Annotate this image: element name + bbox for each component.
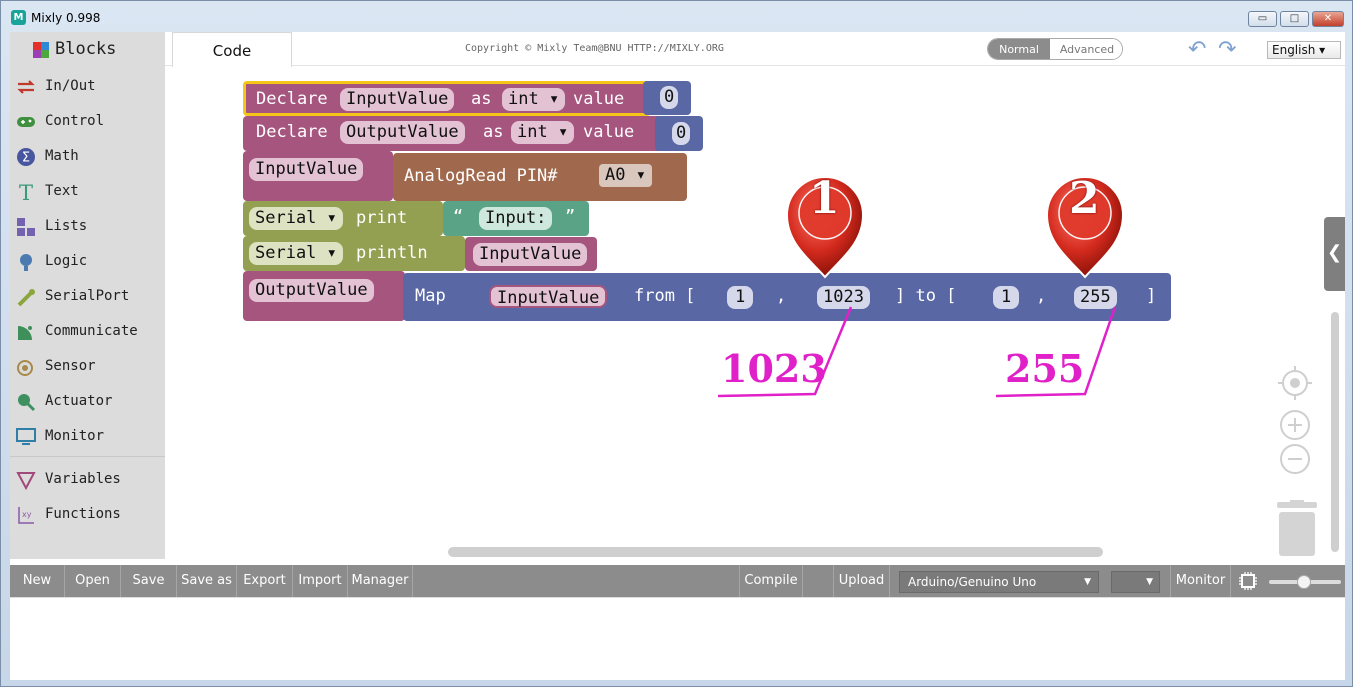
- monitor-button[interactable]: Monitor: [1170, 565, 1231, 597]
- blockly-workspace[interactable]: Declare InputValue as int ▾ value 0 Decl…: [165, 67, 1345, 559]
- sidebar-item-label: Actuator: [45, 393, 113, 409]
- copyright-text: Copyright © Mixly Team@BNU HTTP://MIXLY.…: [465, 43, 724, 54]
- spacer: [803, 565, 834, 597]
- sidebar-divider: [10, 456, 165, 457]
- upload-button[interactable]: Upload: [834, 565, 890, 597]
- sidebar-item-variables[interactable]: Variables: [10, 466, 165, 494]
- trash-icon[interactable]: [1275, 500, 1319, 558]
- zoom-slider-handle[interactable]: [1297, 575, 1311, 589]
- output-console[interactable]: [10, 597, 1345, 680]
- mode-normal-button[interactable]: Normal: [988, 39, 1050, 59]
- sidebar-item-functions[interactable]: xy Functions: [10, 501, 165, 529]
- sidebar-item-label: Control: [45, 113, 105, 129]
- maximize-button[interactable]: □: [1280, 11, 1309, 27]
- sidebar-item-label: Sensor: [45, 358, 96, 374]
- export-button[interactable]: Export: [237, 565, 293, 597]
- annotation-label-255: 255: [1005, 346, 1085, 391]
- port-select[interactable]: ▼: [1111, 571, 1160, 593]
- mode-switch[interactable]: Normal Advanced: [987, 38, 1123, 60]
- sidebar-item-sensor[interactable]: Sensor: [10, 353, 165, 381]
- save-button[interactable]: Save: [121, 565, 177, 597]
- lists-icon: [17, 218, 35, 236]
- toolbox-sidebar: Blocks In/Out Control Σ Math T Text List…: [10, 32, 165, 559]
- math-icon: Σ: [17, 148, 35, 166]
- zoom-out-icon[interactable]: [1278, 442, 1312, 476]
- undo-icon[interactable]: ↶: [1188, 37, 1206, 62]
- minimize-button[interactable]: ▭: [1248, 11, 1277, 27]
- app-window: M Mixly 0.998 ▭ □ ✕ Blocks In/Out Contro…: [0, 0, 1353, 687]
- window-title: Mixly 0.998: [31, 11, 101, 25]
- sidebar-item-in-out[interactable]: In/Out: [10, 73, 165, 101]
- marker-2-number: 2: [1069, 173, 1100, 224]
- sidebar-item-label: Text: [45, 183, 79, 199]
- svg-text:xy: xy: [22, 510, 32, 519]
- blocks-label: Blocks: [55, 39, 117, 59]
- horizontal-scrollbar[interactable]: [448, 547, 1103, 557]
- tab-code[interactable]: Code: [172, 32, 292, 67]
- zoom-in-icon[interactable]: [1278, 408, 1312, 442]
- puzzle-icon: [33, 42, 49, 58]
- sidebar-item-text[interactable]: T Text: [10, 178, 165, 206]
- annotation-overlay: [717, 176, 1125, 398]
- sensor-icon: [17, 360, 33, 376]
- mixly-logo-icon: M: [11, 10, 26, 25]
- bottom-toolbar: New Open Save Save as Export Import Mana…: [10, 565, 1345, 597]
- sidebar-item-serialport[interactable]: SerialPort: [10, 283, 165, 311]
- sidebar-item-label: Variables: [45, 471, 121, 487]
- sidebar-item-math[interactable]: Σ Math: [10, 143, 165, 171]
- sidebar-item-lists[interactable]: Lists: [10, 213, 165, 241]
- sidebar-item-actuator[interactable]: Actuator: [10, 388, 165, 416]
- new-button[interactable]: New: [10, 565, 65, 597]
- text-icon: T: [19, 182, 33, 202]
- sidebar-item-control[interactable]: Control: [10, 108, 165, 136]
- sidebar-item-label: Monitor: [45, 428, 105, 444]
- mode-advanced-button[interactable]: Advanced: [1050, 39, 1122, 59]
- import-button[interactable]: Import: [293, 565, 348, 597]
- sidebar-item-monitor[interactable]: Monitor: [10, 423, 165, 451]
- sidebar-item-label: Lists: [45, 218, 88, 234]
- gamepad-icon: [17, 117, 35, 127]
- actuator-icon: [18, 394, 36, 412]
- sidebar-item-logic[interactable]: Logic: [10, 248, 165, 276]
- functions-icon: xy: [18, 507, 34, 524]
- editor-toolbar: Code Copyright © Mixly Team@BNU HTTP://M…: [165, 32, 1345, 67]
- sidebar-item-label: Functions: [45, 506, 121, 522]
- bulb-icon: [20, 254, 32, 271]
- client-area: Blocks In/Out Control Σ Math T Text List…: [10, 32, 1345, 680]
- svg-text:Σ: Σ: [22, 151, 30, 166]
- redo-icon[interactable]: ↷: [1218, 37, 1236, 62]
- language-select[interactable]: English ▾: [1267, 41, 1341, 59]
- recenter-icon[interactable]: [1278, 366, 1312, 400]
- board-select[interactable]: Arduino/Genuino Uno ▼: [899, 571, 1099, 593]
- sidebar-item-label: In/Out: [45, 78, 96, 94]
- monitor-icon: [16, 428, 36, 445]
- variables-icon: [16, 472, 36, 490]
- chevron-down-icon: ▼: [1084, 577, 1091, 587]
- communicate-icon: [18, 326, 32, 340]
- manager-button[interactable]: Manager: [348, 565, 413, 597]
- sidebar-item-communicate[interactable]: Communicate: [10, 318, 165, 346]
- in-out-icon: [17, 80, 35, 94]
- sidebar-item-label: Math: [45, 148, 79, 164]
- blocks-header: Blocks: [10, 32, 165, 66]
- vertical-scrollbar[interactable]: [1331, 312, 1339, 552]
- sidebar-item-label: Communicate: [45, 323, 138, 339]
- serial-icon: [17, 289, 35, 307]
- compile-button[interactable]: Compile: [739, 565, 803, 597]
- sidebar-item-label: SerialPort: [45, 288, 130, 304]
- board-select-value: Arduino/Genuino Uno: [908, 575, 1037, 589]
- title-bar: M Mixly 0.998 ▭ □ ✕: [1, 1, 1352, 31]
- annotation-label-1023: 1023: [721, 346, 827, 391]
- save-as-button[interactable]: Save as: [177, 565, 237, 597]
- sidebar-item-label: Logic: [45, 253, 88, 269]
- svg-text:T: T: [19, 182, 33, 202]
- open-button[interactable]: Open: [65, 565, 121, 597]
- marker-1-number: 1: [809, 173, 840, 224]
- close-button[interactable]: ✕: [1312, 11, 1344, 27]
- chip-icon[interactable]: [1238, 571, 1258, 591]
- collapse-panel-tab[interactable]: ❮: [1324, 217, 1345, 291]
